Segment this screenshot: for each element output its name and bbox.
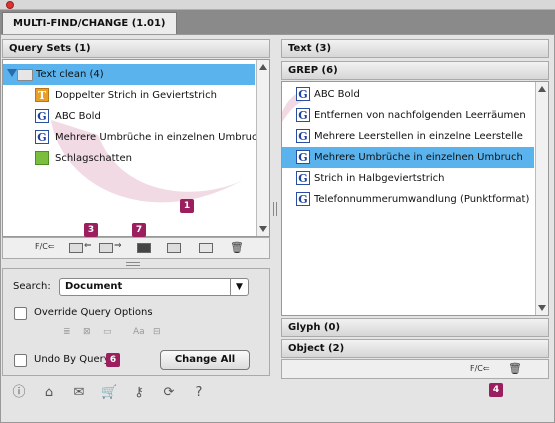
grep-query-icon: G xyxy=(296,171,310,185)
move-down-right-icon[interactable] xyxy=(99,243,113,253)
disclosure-triangle-icon[interactable] xyxy=(7,69,17,77)
trash-icon[interactable]: 🗑 xyxy=(508,362,522,375)
grep-query-icon: G xyxy=(35,109,49,123)
arrow-right-icon: ⇒ xyxy=(114,241,122,251)
grep-query-icon: G xyxy=(296,108,310,122)
help-icon[interactable]: ? xyxy=(191,385,207,401)
move-down-left-icon[interactable] xyxy=(69,243,83,253)
query-sets-header[interactable]: Query Sets (1) xyxy=(2,39,270,58)
info-icon[interactable]: ⓘ xyxy=(11,385,27,401)
scroll-up-icon[interactable] xyxy=(538,86,546,92)
grep-query-icon: G xyxy=(296,129,310,143)
case-icon[interactable]: Aa xyxy=(133,327,145,337)
tab-multi-find-change[interactable]: MULTI-FIND/CHANGE (1.01) xyxy=(2,12,177,34)
query-item[interactable]: G Mehrere Umbrüche in einzelnen Umbruch xyxy=(3,127,264,148)
search-scope-select[interactable]: Document ▼ xyxy=(59,278,249,296)
folder-icon[interactable] xyxy=(199,243,213,253)
scroll-down-icon[interactable] xyxy=(259,226,267,232)
grep-query-icon: G xyxy=(296,150,310,164)
right-toolbar: F/C⇐ 🗑 xyxy=(281,359,549,379)
grep-item-label: Entfernen von nachfolgenden Leerräumen xyxy=(314,110,526,121)
move-left-icon[interactable]: F/C⇐ xyxy=(470,364,490,373)
move-left-icon[interactable]: F/C⇐ xyxy=(35,242,55,251)
query-item[interactable]: Schlagschatten xyxy=(3,148,255,169)
duplicate-icon[interactable] xyxy=(167,243,181,253)
search-label: Search: xyxy=(13,281,51,292)
folder-icon xyxy=(17,69,33,81)
title-bar xyxy=(0,0,555,10)
text-query-icon: T xyxy=(35,88,49,102)
trash-icon[interactable]: 🗑 xyxy=(230,241,244,254)
grep-query-icon: G xyxy=(296,87,310,101)
refresh-icon[interactable]: ⟳ xyxy=(161,385,177,401)
fc-label: F/C xyxy=(470,364,483,373)
cart-icon[interactable]: 🛒 xyxy=(101,385,117,401)
mail-icon[interactable]: ✉ xyxy=(71,385,87,401)
override-query-options-checkbox[interactable] xyxy=(14,307,27,320)
grep-queries-header[interactable]: GREP (6) xyxy=(281,61,549,80)
key-icon[interactable]: ⚷ xyxy=(131,385,147,401)
grep-item[interactable]: G ABC Bold xyxy=(282,84,534,105)
folder-row-text-clean[interactable]: Text clean (4) xyxy=(3,64,255,85)
callout-badge-4: 4 xyxy=(489,383,503,397)
grep-item[interactable]: G Strich in Halbgeviertstrich xyxy=(282,168,534,189)
grep-item-label: Strich in Halbgeviertstrich xyxy=(314,173,445,184)
object-query-icon xyxy=(35,151,49,165)
query-item[interactable]: G ABC Bold xyxy=(3,106,255,127)
grep-scrollbar[interactable] xyxy=(535,82,548,315)
arrow-left-icon: ⇐ xyxy=(84,241,92,251)
grep-item-selected[interactable]: G Mehrere Umbrüche in einzelnen Umbruch xyxy=(282,147,534,168)
tab-strip: MULTI-FIND/CHANGE (1.01) xyxy=(0,10,555,34)
options-panel: Search: Document ▼ Override Query Option… xyxy=(2,268,270,376)
change-all-button[interactable]: Change All xyxy=(160,350,250,370)
query-item[interactable]: T Doppelter Strich in Geviertstrich xyxy=(3,85,255,106)
home-icon[interactable]: ⌂ xyxy=(41,385,57,401)
grep-item-label: Mehrere Leerstellen in einzelne Leerstel… xyxy=(314,131,523,142)
close-window-button[interactable] xyxy=(6,1,14,9)
chevron-down-icon[interactable]: ▼ xyxy=(230,279,248,295)
grep-query-icon: G xyxy=(35,130,49,144)
grep-item[interactable]: G Entfernen von nachfolgenden Leerräumen xyxy=(282,105,534,126)
image-icon[interactable] xyxy=(137,243,151,253)
glyph-queries-header[interactable]: Glyph (0) xyxy=(281,318,549,337)
undo-by-query-checkbox[interactable] xyxy=(14,354,27,367)
query-item-label: Doppelter Strich in Geviertstrich xyxy=(55,90,217,101)
main-panel: Query Sets (1) Text clean (4) T Doppelte… xyxy=(0,34,555,423)
layers-icon[interactable]: ≣ xyxy=(63,327,71,337)
text-queries-header[interactable]: Text (3) xyxy=(281,39,549,58)
grep-item[interactable]: G Mehrere Leerstellen in einzelne Leerst… xyxy=(282,126,534,147)
vertical-splitter-grip[interactable] xyxy=(273,202,277,216)
callout-badge-6: 6 xyxy=(106,353,120,367)
query-sets-toolbar: F/C⇐ ⇐ ⇒ 🗑 xyxy=(2,237,270,259)
lock-icon[interactable]: ⊠ xyxy=(83,327,91,337)
hidden-icon[interactable]: ▭ xyxy=(103,327,112,337)
words-icon[interactable]: ⊟ xyxy=(153,327,161,337)
query-item-label: Schlagschatten xyxy=(55,153,132,164)
callout-badge-7: 7 xyxy=(132,223,146,237)
grep-item-label: Mehrere Umbrüche in einzelnen Umbruch xyxy=(314,152,523,163)
query-item-label: Mehrere Umbrüche in einzelnen Umbruch xyxy=(55,132,264,143)
query-item-label: ABC Bold xyxy=(55,111,101,122)
fc-label: F/C xyxy=(35,242,48,251)
horizontal-splitter-grip[interactable] xyxy=(126,262,140,266)
callout-badge-3: 3 xyxy=(84,223,98,237)
object-queries-header[interactable]: Object (2) xyxy=(281,339,549,358)
grep-queries-list: G ABC Bold G Entfernen von nachfolgenden… xyxy=(281,81,549,316)
grep-item[interactable]: G Telefonnummerumwandlung (Punktformat) xyxy=(282,189,534,210)
folder-label: Text clean (4) xyxy=(36,69,104,80)
search-scope-value: Document xyxy=(65,281,123,292)
grep-item-label: ABC Bold xyxy=(314,89,360,100)
query-sets-scrollbar[interactable] xyxy=(256,60,269,236)
query-sets-list: Text clean (4) T Doppelter Strich in Gev… xyxy=(2,59,270,237)
callout-badge-1: 1 xyxy=(180,199,194,213)
scroll-down-icon[interactable] xyxy=(538,305,546,311)
scroll-up-icon[interactable] xyxy=(259,64,267,70)
override-query-options-label: Override Query Options xyxy=(34,307,153,318)
grep-item-label: Telefonnummerumwandlung (Punktformat) xyxy=(314,194,530,205)
grep-query-icon: G xyxy=(296,192,310,206)
undo-by-query-label: Undo By Query xyxy=(34,354,110,365)
